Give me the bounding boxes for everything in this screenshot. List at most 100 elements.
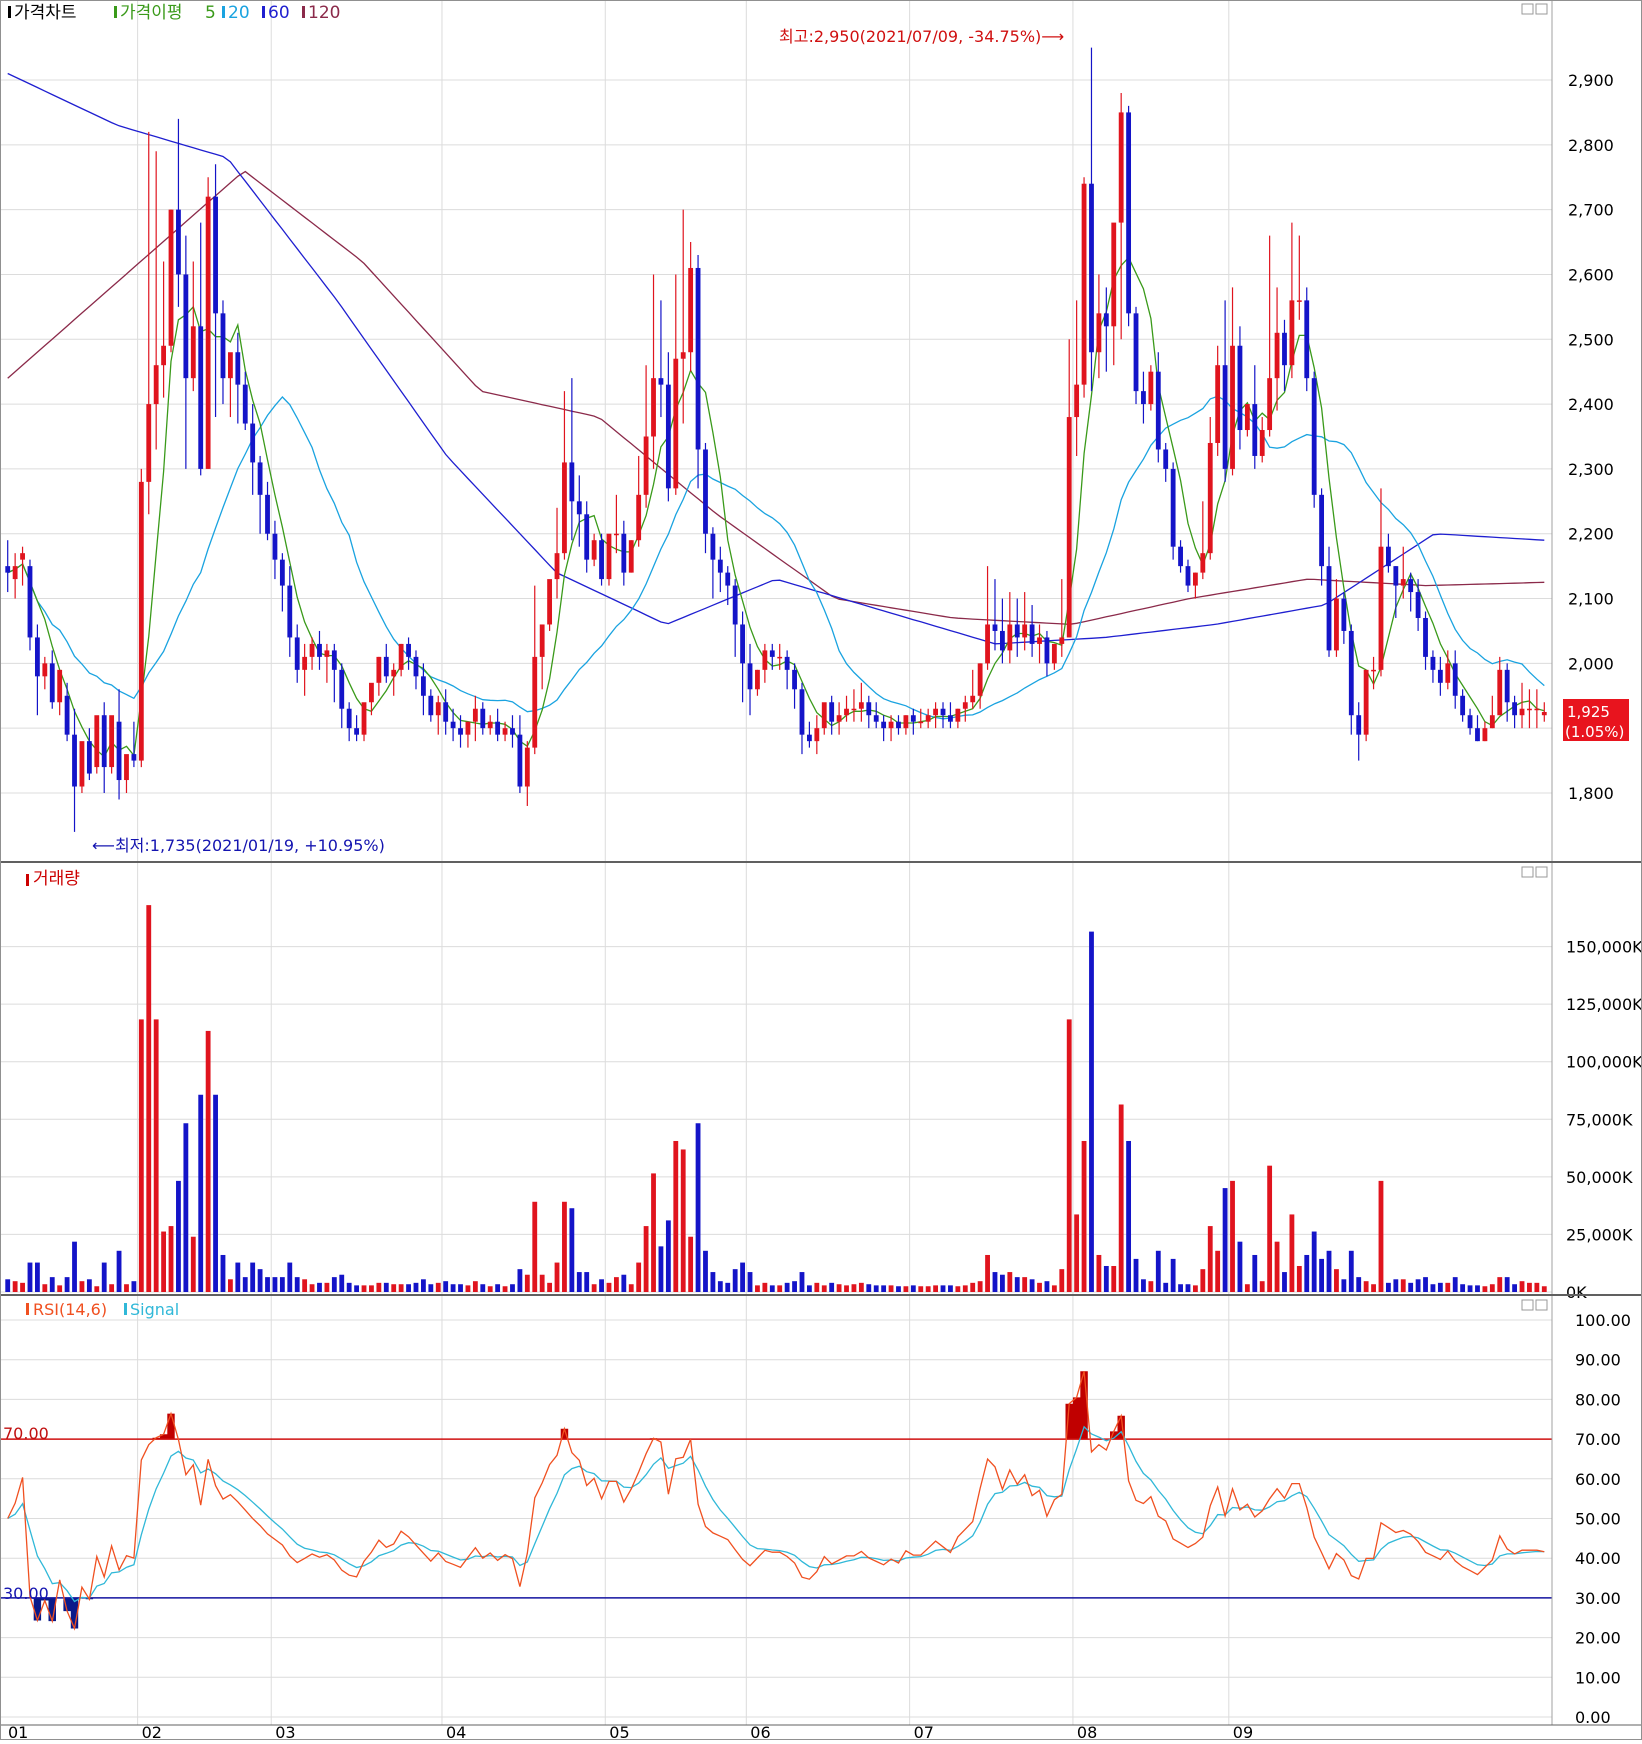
candle-body: [881, 721, 887, 729]
candle-body: [86, 741, 92, 774]
volume-tick-label: 25,000K: [1566, 1225, 1633, 1244]
candle-body: [443, 702, 449, 722]
month-tick-label: 02: [142, 1723, 162, 1740]
volume-bar: [250, 1262, 256, 1292]
volume-bar: [1408, 1282, 1414, 1292]
volume-bar: [398, 1284, 404, 1292]
volume-bar: [844, 1285, 849, 1292]
low-annotation: ⟵최저:1,735(2021/01/19, +10.95%): [92, 836, 385, 855]
volume-bar: [109, 1284, 115, 1292]
candle-body: [198, 326, 204, 469]
volume-bar: [1059, 1269, 1065, 1292]
volume-bar: [985, 1254, 990, 1292]
candle-body: [710, 533, 716, 560]
volume-bar: [918, 1286, 924, 1292]
candle-body: [480, 708, 486, 729]
candle-body: [1482, 728, 1488, 742]
ma5-legend-label: 5: [205, 3, 216, 23]
volume-bar: [34, 1262, 40, 1292]
month-tick-label: 07: [914, 1723, 934, 1740]
candle-body: [1126, 112, 1132, 314]
volume-bar: [1267, 1165, 1273, 1292]
volume-bar: [294, 1277, 300, 1292]
candle-body: [435, 702, 441, 716]
candle-body: [1423, 617, 1428, 657]
volume-bar: [1089, 931, 1094, 1292]
volume-bar: [1252, 1254, 1258, 1292]
candle-body: [903, 715, 909, 729]
candle-body: [977, 663, 983, 696]
candle-body: [821, 702, 827, 729]
candle-body: [287, 585, 293, 638]
candle-body: [227, 352, 233, 379]
volume-bar: [1363, 1281, 1369, 1292]
candle-body: [725, 572, 731, 586]
volume-bar: [814, 1282, 820, 1292]
candle-body: [703, 449, 708, 534]
rsi-tick-label: 80.00: [1575, 1390, 1621, 1409]
candle-body: [1497, 669, 1503, 716]
volume-bar: [680, 1149, 686, 1292]
volume-bar: [1423, 1277, 1428, 1292]
rsi-tick-label: 90.00: [1575, 1351, 1621, 1370]
candle-body: [1319, 494, 1325, 567]
volume-bar: [324, 1282, 330, 1292]
volume-bar: [1111, 1265, 1117, 1292]
candle-body: [1445, 663, 1451, 683]
volume-bar: [146, 905, 152, 1292]
volume-bar: [1148, 1281, 1154, 1292]
candle-body: [42, 663, 48, 677]
volume-bar: [213, 1094, 218, 1292]
volume-bar: [532, 1201, 538, 1292]
month-tick-label: 04: [446, 1723, 466, 1740]
candle-body: [235, 352, 241, 385]
volume-bar: [5, 1279, 11, 1292]
volume-bar: [851, 1284, 857, 1292]
candle-body: [1460, 695, 1466, 716]
volume-bar: [628, 1284, 634, 1292]
candle-body: [673, 358, 679, 489]
candle-body: [1244, 404, 1250, 431]
volume-bar: [1118, 1104, 1124, 1292]
volume-bar: [1519, 1281, 1525, 1292]
candle-body: [643, 436, 649, 495]
candle-body: [472, 708, 478, 722]
rsi-tick-label: 70.00: [1575, 1430, 1621, 1449]
candle-body: [955, 708, 961, 722]
volume-bar: [1185, 1284, 1191, 1292]
candle-body: [576, 501, 582, 515]
candle-body: [747, 663, 753, 690]
ma-legend-label: 가격이평: [120, 3, 183, 23]
candle-body: [1118, 112, 1124, 223]
candle-body: [131, 754, 137, 761]
volume-bar: [740, 1262, 746, 1292]
volume-bar: [569, 1208, 575, 1292]
candle-body: [124, 754, 129, 781]
volume-bar: [287, 1262, 293, 1292]
candle-body: [688, 267, 694, 353]
volume-bar: [599, 1279, 604, 1292]
candle-body: [458, 728, 463, 735]
candle-body: [1022, 624, 1028, 638]
volume-bar: [1133, 1258, 1139, 1292]
candle-body: [1148, 371, 1154, 405]
volume-bar: [331, 1277, 337, 1292]
candle-body: [806, 734, 812, 742]
volume-bar: [183, 1123, 189, 1292]
volume-bar: [190, 1236, 196, 1292]
volume-bar: [176, 1180, 181, 1292]
candle-body: [1252, 404, 1258, 456]
current-price-value: 1,925: [1567, 703, 1610, 721]
volume-bar: [227, 1279, 233, 1292]
candle-body: [1155, 371, 1161, 450]
stock-chart-window: 01 02 03 04 05 06 07 08 09 2,900 2,800 2,700 2,600 2,…: [0, 0, 1642, 1742]
volume-bar: [480, 1284, 486, 1292]
volume-bar: [896, 1286, 901, 1292]
candle-body: [569, 462, 575, 502]
candle-body: [621, 533, 627, 573]
volume-bar: [955, 1286, 961, 1292]
candle-body: [309, 643, 315, 657]
volume-bar: [428, 1284, 434, 1292]
rsi-legend-label: RSI(14,6): [33, 1300, 107, 1319]
candle-body: [5, 566, 11, 573]
